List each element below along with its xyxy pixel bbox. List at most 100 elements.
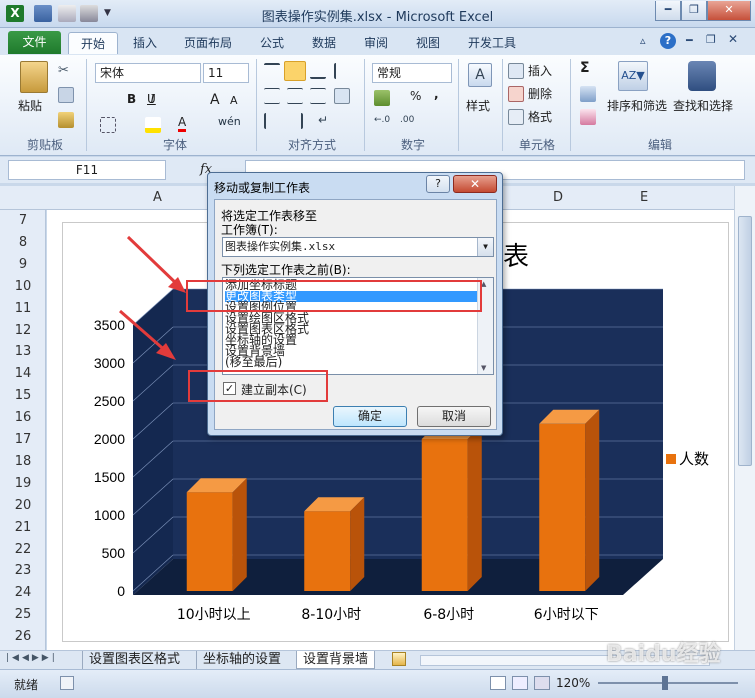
autosum-button[interactable]: Σ [580,60,590,76]
format-cells-button[interactable]: 格式 [528,108,552,125]
row-header[interactable]: 25 [0,607,46,622]
bold-button[interactable]: B [127,92,136,106]
row-header[interactable]: 12 [0,323,46,338]
row-header[interactable]: 18 [0,454,46,469]
tab-view[interactable]: 视图 [404,32,452,54]
page-break-view-icon[interactable] [534,676,550,690]
tab-file[interactable]: 文件 [8,31,61,54]
workbook-minimize-icon[interactable]: ━ [686,34,693,47]
row-header[interactable]: 10 [0,279,46,294]
cancel-button[interactable]: 取消 [417,406,491,427]
row-header[interactable]: 22 [0,542,46,557]
row-header[interactable]: 24 [0,585,46,600]
comma-button[interactable]: , [434,87,439,101]
format-cells-icon[interactable] [508,109,524,125]
scrollbar-thumb[interactable] [738,216,752,466]
paste-icon[interactable] [20,61,48,93]
sheet-tab[interactable]: 设置图表区格式 [82,651,186,669]
align-middle-icon[interactable] [284,61,306,81]
close-window-button[interactable]: ✕ [707,1,751,21]
workbook-select[interactable]: 图表操作实例集.xlsx ▼ [222,237,494,257]
row-header[interactable]: 11 [0,301,46,316]
sheet-nav-icons[interactable]: |◀◀▶▶| [6,653,58,663]
workbook-close-icon[interactable]: ✕ [728,32,738,46]
name-box[interactable]: F11 [8,160,166,180]
row-header[interactable]: 8 [0,235,46,250]
fill-icon[interactable] [580,86,596,102]
dialog-close-button[interactable]: ✕ [453,175,497,193]
workbook-restore-icon[interactable]: ❐ [706,33,716,46]
tab-developer[interactable]: 开发工具 [456,32,528,54]
page-layout-view-icon[interactable] [512,676,528,690]
shrink-font-button[interactable]: A [230,94,238,107]
dialog-help-button[interactable]: ? [426,175,450,193]
number-format-select[interactable]: 常规 [372,63,452,83]
borders-icon[interactable] [100,117,116,133]
normal-view-icon[interactable] [490,676,506,690]
column-header[interactable]: D [553,190,563,205]
merge-center-icon[interactable] [334,88,350,104]
clear-icon[interactable] [580,109,596,125]
macro-record-icon[interactable] [60,676,74,690]
decrease-decimal-icon[interactable]: .00 [400,115,416,131]
styles-icon[interactable]: A [468,63,492,87]
insert-cells-icon[interactable] [508,63,524,79]
align-bottom-icon[interactable] [310,63,326,79]
increase-decimal-icon[interactable]: ←.0 [374,115,390,131]
list-item[interactable]: (移至最后) [225,356,477,368]
wrap-text-icon[interactable]: ↵ [318,113,334,129]
tab-insert[interactable]: 插入 [121,32,169,54]
tab-review[interactable]: 审阅 [352,32,400,54]
scroll-down-icon[interactable]: ▼ [481,364,486,372]
grow-font-button[interactable]: A [210,92,220,108]
help-icon[interactable]: ? [660,33,676,49]
row-header[interactable]: 14 [0,366,46,381]
sort-filter-button[interactable]: 排序和筛选 [607,97,667,114]
row-header[interactable]: 20 [0,498,46,513]
insert-cells-button[interactable]: 插入 [528,62,552,79]
sheet-tab-active[interactable]: 设置背景墙 [296,651,376,669]
currency-icon[interactable] [374,90,390,106]
sheet-tab[interactable]: 坐标轴的设置 [196,651,287,669]
font-size-select[interactable]: 11 [203,63,249,83]
delete-cells-button[interactable]: 删除 [528,85,552,102]
zoom-slider[interactable] [598,682,738,684]
align-top-icon[interactable] [264,63,280,79]
row-header[interactable]: 26 [0,629,46,644]
paste-button[interactable]: 粘贴 [18,97,42,114]
row-header[interactable]: 21 [0,520,46,535]
column-header[interactable]: E [640,190,648,205]
ok-button[interactable]: 确定 [333,406,407,427]
decrease-indent-icon[interactable] [264,113,280,129]
tab-page-layout[interactable]: 页面布局 [172,32,244,54]
restore-button[interactable]: ❐ [681,1,707,21]
column-header[interactable]: A [153,190,162,205]
cut-icon[interactable]: ✂ [58,63,74,79]
row-header[interactable]: 13 [0,344,46,359]
tab-home[interactable]: 开始 [68,32,119,54]
row-header[interactable]: 15 [0,388,46,403]
copy-icon[interactable] [58,87,74,103]
underline-button[interactable]: U [147,92,156,106]
row-header[interactable]: 19 [0,476,46,491]
tab-formulas[interactable]: 公式 [248,32,296,54]
row-header[interactable]: 23 [0,563,46,578]
percent-button[interactable]: % [410,89,421,103]
phonetic-button[interactable]: wén [218,115,241,128]
minimize-button[interactable]: ━ [655,1,681,21]
font-color-button[interactable]: A [178,115,187,132]
chevron-down-icon[interactable]: ▼ [477,238,493,256]
align-right-icon[interactable] [310,88,326,104]
insert-sheet-icon[interactable] [392,652,406,666]
tab-data[interactable]: 数据 [300,32,348,54]
sort-filter-icon[interactable]: AZ▼ [618,61,648,91]
row-header[interactable]: 17 [0,432,46,447]
ribbon-minimize-icon[interactable]: ▵ [640,34,654,48]
styles-button[interactable]: 样式 [466,97,490,114]
row-header[interactable]: 7 [0,213,46,228]
row-header[interactable]: 16 [0,410,46,425]
text-orientation-icon[interactable] [334,63,350,79]
row-header[interactable]: 9 [0,257,46,272]
font-name-select[interactable]: 宋体 [95,63,201,83]
delete-cells-icon[interactable] [508,86,524,102]
